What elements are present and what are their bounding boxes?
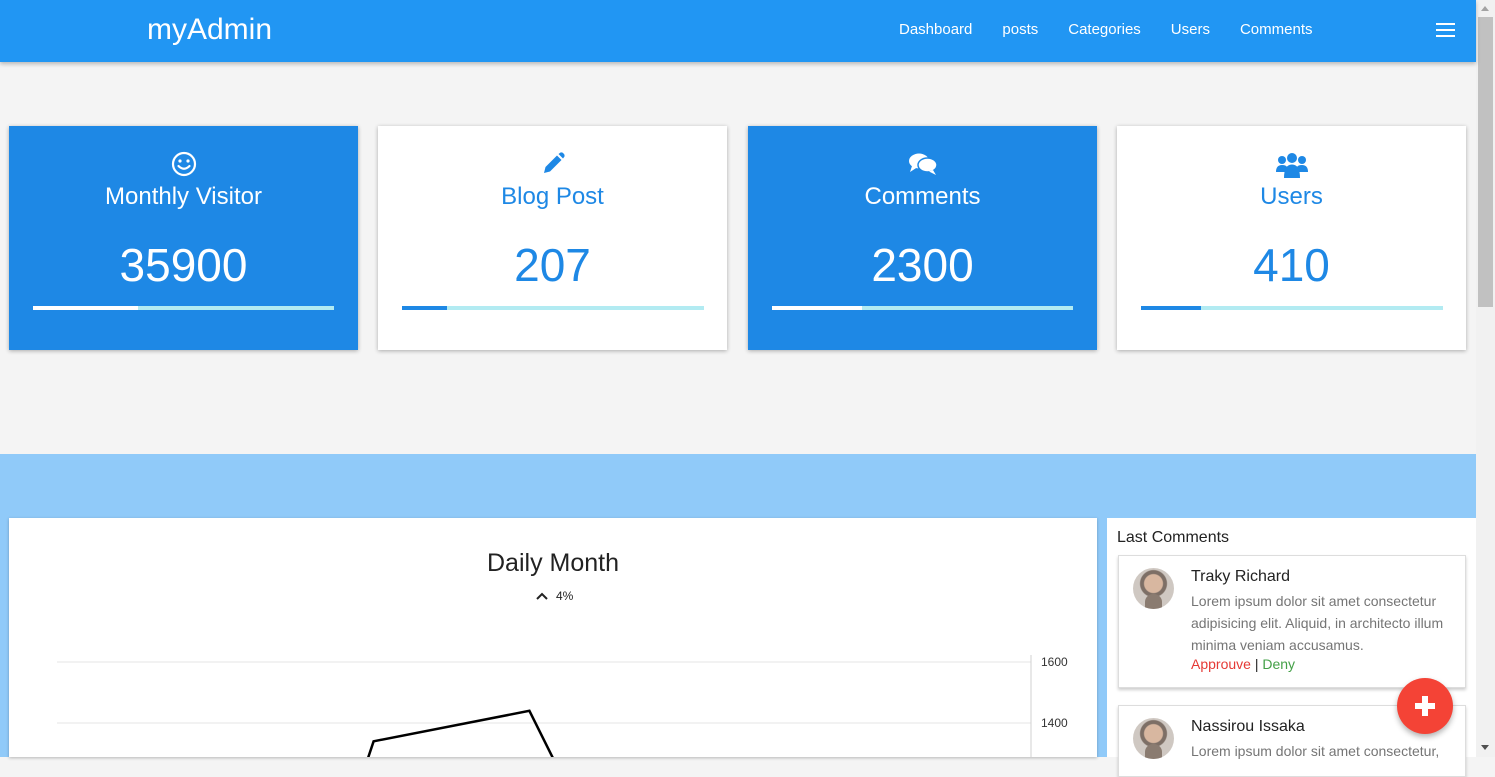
stat-progress-bar — [772, 306, 1073, 310]
chart-y-tick-label: 1400 — [1041, 716, 1068, 730]
pencil-icon — [543, 152, 565, 173]
line-chart: 1600 1400 — [57, 655, 1068, 757]
add-fab-button[interactable] — [1397, 678, 1453, 734]
stat-title: Users — [1260, 183, 1323, 210]
users-icon — [1275, 153, 1308, 178]
comment-author: Traky Richard — [1191, 568, 1290, 585]
stat-title: Comments — [864, 183, 981, 210]
comment-actions: Approuve | Deny — [1191, 656, 1295, 672]
chart-y-tick-label: 1600 — [1041, 655, 1068, 669]
scrollbar[interactable] — [1476, 0, 1495, 757]
comment-author: Nassirou Issaka — [1191, 718, 1305, 735]
stat-progress-fill — [772, 306, 863, 310]
nav-link-dashboard[interactable]: Dashboard — [899, 21, 972, 39]
comments-icon — [908, 153, 938, 175]
chart-panel: Daily Month 4% 1600 1400 — [9, 518, 1097, 757]
avatar — [1133, 568, 1174, 609]
stat-progress-bar — [1141, 306, 1443, 310]
stat-value: 410 — [1253, 239, 1330, 291]
deny-link[interactable]: Deny — [1262, 656, 1295, 672]
action-separator: | — [1254, 656, 1259, 672]
stat-progress-fill — [33, 306, 139, 310]
stat-card-monthly-visitor: Monthly Visitor 35900 — [9, 126, 358, 350]
nav-link-users[interactable]: Users — [1171, 21, 1210, 39]
stat-progress-bar — [402, 306, 704, 310]
stat-card-blog-post: Blog Post 207 — [378, 126, 727, 350]
scrollbar-thumb[interactable] — [1478, 17, 1493, 307]
stat-title: Monthly Visitor — [105, 183, 262, 210]
avatar — [1133, 718, 1174, 759]
approve-link[interactable]: Approuve — [1191, 656, 1251, 672]
stat-progress-fill — [402, 306, 448, 310]
stat-title: Blog Post — [501, 183, 604, 210]
nav-link-posts[interactable]: posts — [1002, 21, 1038, 39]
comments-heading: Last Comments — [1117, 529, 1230, 546]
stat-value: 207 — [514, 239, 591, 291]
stat-progress-bar — [33, 306, 334, 310]
comment-item: Traky Richard Lorem ipsum dolor sit amet… — [1118, 555, 1466, 688]
brand-logo[interactable]: myAdmin — [147, 12, 272, 48]
stat-value: 35900 — [119, 239, 248, 291]
comment-text: Lorem ipsum dolor sit amet consectetur a… — [1191, 593, 1444, 653]
comment-text: Lorem ipsum dolor sit amet consectetur, — [1191, 743, 1440, 759]
stat-progress-fill — [1141, 306, 1202, 310]
smile-icon — [171, 151, 196, 177]
chart-series-line — [367, 709, 554, 757]
stat-card-comments: Comments 2300 — [748, 126, 1097, 350]
nav-link-comments[interactable]: Comments — [1240, 21, 1313, 39]
nav-links: Dashboard posts Categories Users Comment… — [899, 21, 1343, 39]
scroll-up-arrow-icon[interactable] — [1481, 6, 1489, 11]
nav-link-categories[interactable]: Categories — [1068, 21, 1141, 39]
stat-card-users: Users 410 — [1117, 126, 1466, 350]
scroll-down-arrow-icon[interactable] — [1481, 745, 1489, 750]
top-navbar: myAdmin Dashboard posts Categories Users… — [0, 0, 1476, 62]
stat-value: 2300 — [871, 239, 974, 291]
menu-icon[interactable] — [1436, 23, 1455, 38]
